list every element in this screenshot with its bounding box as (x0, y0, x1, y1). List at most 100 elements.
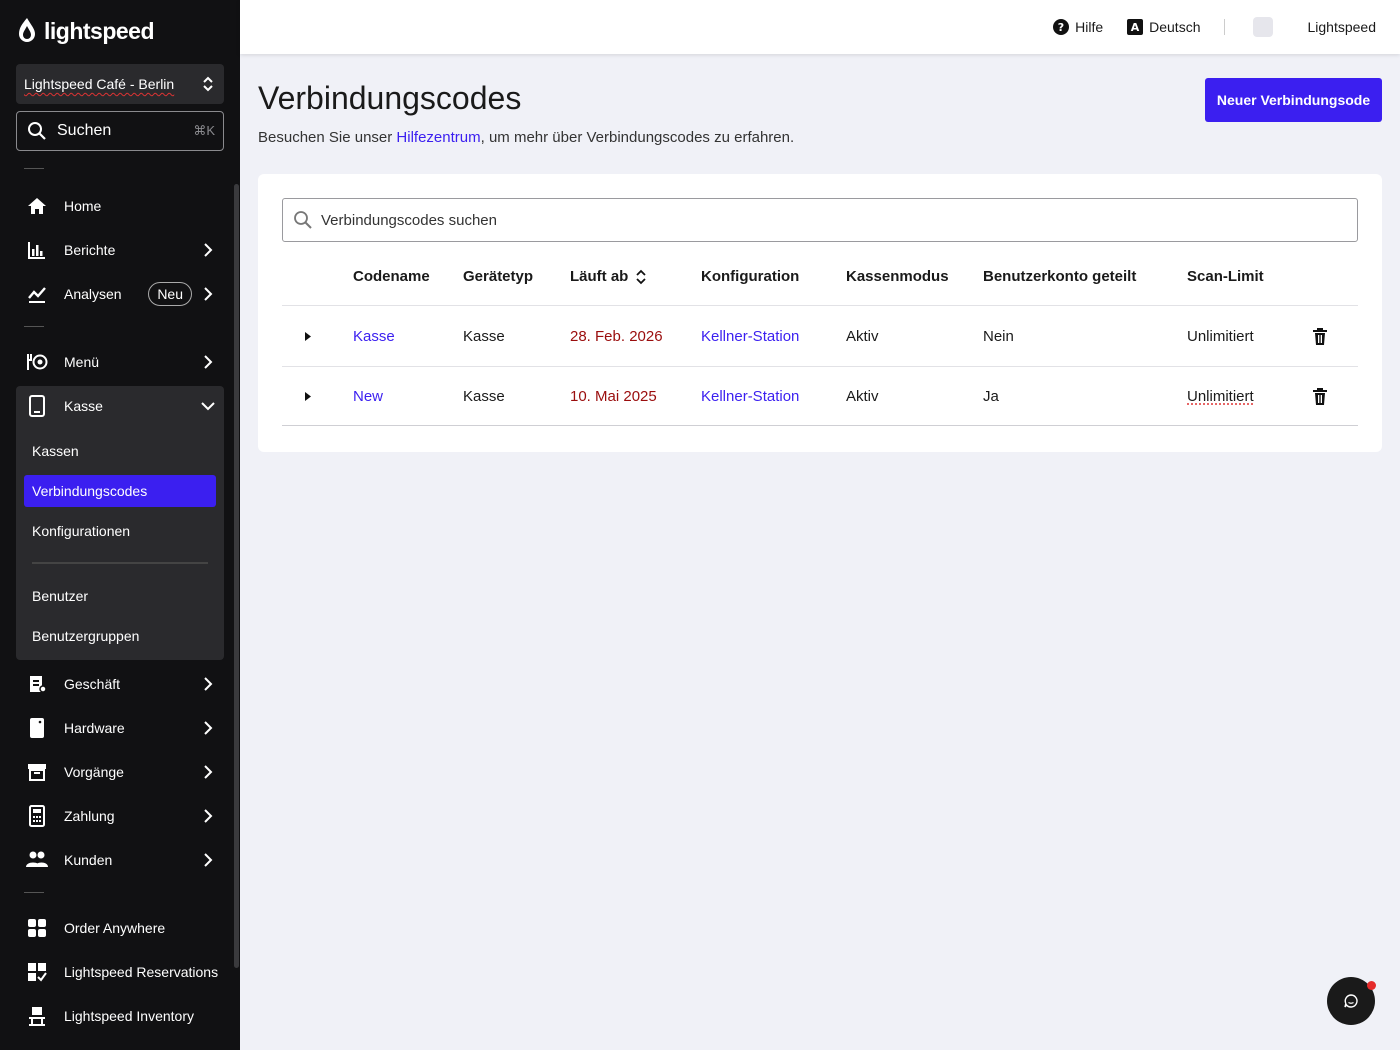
sidebar-item-kunden[interactable]: Kunden (16, 840, 224, 880)
bar-chart-icon (28, 242, 45, 259)
sidebar-item-label: Order Anywhere (64, 920, 166, 936)
sidebar-item-inventory[interactable]: Lightspeed Inventory (16, 996, 224, 1036)
device-type-cell: Kasse (463, 388, 505, 405)
sidebar-sub-verbindungscodes[interactable]: Verbindungscodes (24, 475, 216, 507)
chevron-updown-icon (203, 76, 213, 92)
trash-icon[interactable] (1312, 388, 1328, 406)
codename-link[interactable]: New (353, 388, 383, 405)
column-header-register-mode[interactable]: Kassenmodus (846, 268, 949, 285)
register-mode-cell: Aktiv (846, 388, 879, 405)
sidebar-sub-konfigurationen[interactable]: Konfigurationen (24, 515, 216, 547)
user-name[interactable]: Lightspeed (1307, 19, 1376, 35)
chevron-right-icon (204, 853, 213, 867)
kasse-group: Kasse Kassen Verbindungscodes Konfigurat… (16, 386, 224, 660)
sidebar-item-label: Analysen (64, 286, 122, 302)
sidebar-sub-kassen[interactable]: Kassen (24, 435, 216, 467)
sidebar-scrollbar[interactable] (234, 184, 239, 968)
subtitle-text: , um mehr über Verbindungscodes zu erfah… (480, 129, 795, 146)
search-shortcut: ⌘K (193, 123, 215, 138)
codes-card: Verbindungscodes suchen Codename Gerätet… (258, 174, 1382, 452)
svg-text:A: A (1131, 21, 1140, 34)
lightspeed-logo[interactable]: lightspeed (16, 16, 155, 46)
sort-icon (636, 269, 646, 284)
sidebar-item-analysen[interactable]: Analysen Neu (16, 274, 224, 314)
calculator-icon (29, 805, 45, 827)
new-badge: Neu (148, 282, 192, 306)
shared-account-cell: Nein (983, 328, 1014, 345)
caret-right-icon (305, 391, 311, 401)
help-center-link[interactable]: Hilfezentrum (396, 129, 480, 146)
sidebar-item-vorgaenge[interactable]: Vorgänge (16, 752, 224, 792)
logo-text: lightspeed (44, 17, 155, 44)
sidebar-item-label: Kasse (64, 398, 103, 414)
sidebar-item-order-anywhere[interactable]: Order Anywhere (16, 908, 224, 948)
column-header-configuration[interactable]: Konfiguration (701, 268, 799, 285)
scan-limit-cell: Unlimitiert (1187, 388, 1254, 405)
new-connection-code-button[interactable]: Neuer Verbindungsode (1205, 78, 1382, 122)
sidebar-item-menu[interactable]: Menü (16, 342, 224, 382)
expires-cell: 28. Feb. 2026 (570, 328, 663, 345)
store-selector[interactable]: Lightspeed Café - Berlin (16, 64, 224, 104)
sidebar-search[interactable]: Suchen ⌘K (16, 111, 224, 151)
reservation-icon (28, 963, 47, 982)
chat-icon (1344, 994, 1358, 1008)
configuration-link[interactable]: Kellner-Station (701, 328, 799, 345)
column-header-codename[interactable]: Codename (353, 268, 430, 285)
sidebar-item-label: Vorgänge (64, 764, 124, 780)
column-header-label: Läuft ab (570, 268, 629, 285)
sidebar-item-zahlung[interactable]: Zahlung (16, 796, 224, 836)
row-divider (282, 305, 1358, 306)
column-header-expires[interactable]: Läuft ab (570, 268, 646, 285)
codename-link[interactable]: Kasse (353, 328, 395, 345)
archive-icon (28, 764, 46, 781)
sidebar-sub-benutzergruppen[interactable]: Benutzergruppen (24, 620, 216, 652)
menu-dish-icon (27, 354, 48, 370)
sidebar-item-reservations[interactable]: Lightspeed Reservations (16, 952, 224, 992)
expires-cell: 10. Mai 2025 (570, 388, 657, 405)
subtitle-text: Besuchen Sie unser (258, 129, 397, 146)
help-icon: ? (1053, 19, 1070, 35)
sidebar-item-kasse[interactable]: Kasse (16, 386, 224, 426)
search-icon (294, 211, 312, 229)
sidebar: lightspeed Lightspeed Café - Berlin Such… (0, 0, 240, 1050)
language-icon: A (1127, 19, 1144, 35)
codes-search-input[interactable]: Verbindungscodes suchen (282, 198, 1358, 242)
column-header-scan-limit[interactable]: Scan-Limit (1187, 268, 1264, 285)
column-header-device-type[interactable]: Gerätetyp (463, 268, 533, 285)
search-label: Suchen (57, 122, 112, 139)
device-icon (30, 718, 44, 738)
trash-icon[interactable] (1312, 328, 1328, 346)
sidebar-sub-benutzer[interactable]: Benutzer (24, 580, 216, 612)
sidebar-item-berichte[interactable]: Berichte (16, 230, 224, 270)
language-label: Deutsch (1149, 19, 1201, 35)
chevron-right-icon (204, 721, 213, 735)
trend-icon (28, 287, 46, 303)
configuration-link[interactable]: Kellner-Station (701, 388, 799, 405)
grid-icon (28, 919, 46, 937)
page-title: Verbindungscodes (258, 80, 522, 116)
avatar[interactable] (1253, 17, 1274, 37)
sidebar-item-label: Lightspeed Reservations (64, 964, 219, 980)
sidebar-item-hardware[interactable]: Hardware (16, 708, 224, 748)
row-expand-toggle[interactable] (303, 331, 313, 341)
register-mode-cell: Aktiv (846, 328, 879, 345)
sub-divider (32, 562, 208, 564)
nav-divider (24, 892, 44, 893)
sidebar-item-label: Hardware (64, 720, 125, 736)
home-icon (28, 198, 46, 214)
chevron-right-icon (204, 287, 213, 301)
scan-limit-cell: Unlimitiert (1187, 328, 1254, 345)
row-expand-toggle[interactable] (303, 391, 313, 401)
help-link[interactable]: ? Hilfe (1053, 19, 1103, 35)
people-icon (26, 851, 48, 867)
sidebar-item-geschaeft[interactable]: Geschäft (16, 664, 224, 704)
caret-right-icon (305, 331, 311, 341)
chevron-right-icon (204, 243, 213, 257)
sidebar-item-label: Lightspeed Inventory (64, 1008, 194, 1024)
sidebar-item-label: Zahlung (64, 808, 115, 824)
sidebar-item-home[interactable]: Home (16, 186, 224, 226)
chevron-right-icon (204, 355, 213, 369)
store-name: Lightspeed Café - Berlin (24, 76, 175, 92)
column-header-shared-account[interactable]: Benutzerkonto geteilt (983, 268, 1136, 285)
language-selector[interactable]: A Deutsch (1127, 19, 1200, 35)
